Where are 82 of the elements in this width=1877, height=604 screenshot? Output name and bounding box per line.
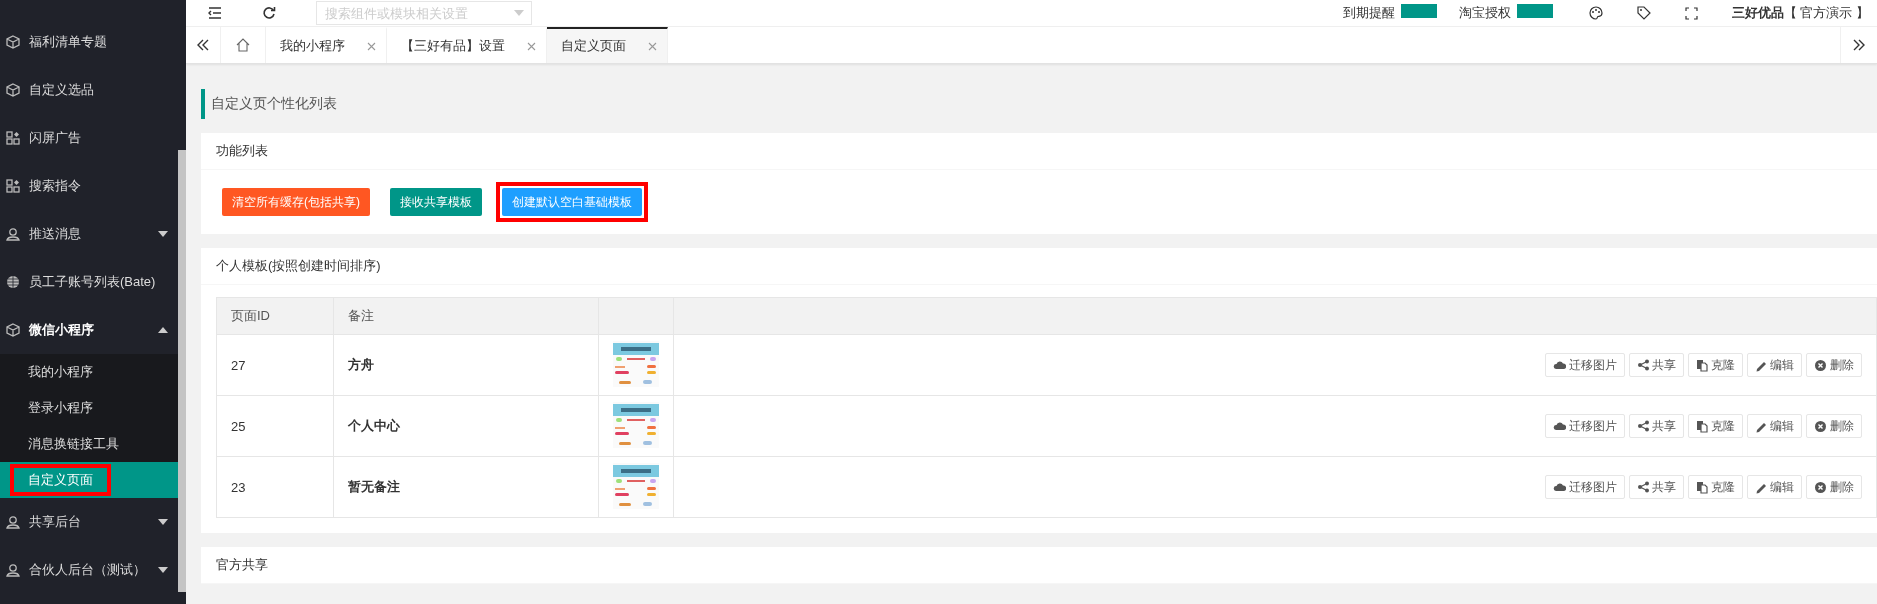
sidebar-item[interactable]: 搜索指令: [0, 162, 178, 210]
row-action-button[interactable]: 删除: [1806, 475, 1862, 499]
row-action-button[interactable]: 编辑: [1747, 414, 1802, 438]
close-icon: [1814, 480, 1827, 494]
table-cell: 27: [216, 334, 334, 396]
table-cell: 个人中心: [333, 395, 599, 457]
sidebar-item[interactable]: 自定义选品: [0, 66, 178, 114]
globe-icon: [6, 275, 20, 289]
page-tab[interactable]: 自定义页面: [547, 27, 668, 63]
home-icon: [236, 38, 250, 52]
sidebar-item[interactable]: 福利清单专题: [0, 18, 178, 66]
row-action-button[interactable]: 迁移图片: [1545, 353, 1625, 377]
close-icon: [1814, 419, 1827, 433]
row-action-button[interactable]: 克隆: [1688, 475, 1743, 499]
tag-icon: [1636, 6, 1651, 20]
cube-icon: [6, 83, 20, 97]
row-action-button[interactable]: 迁移图片: [1545, 475, 1625, 499]
row-action-button[interactable]: 编辑: [1747, 353, 1802, 377]
row-action-button[interactable]: 删除: [1806, 353, 1862, 377]
row-action-button[interactable]: 编辑: [1747, 475, 1802, 499]
panel-title: 个人模板(按照创建时间排序): [201, 248, 1877, 285]
sidebar-item[interactable]: 微信小程序: [0, 306, 178, 354]
close-icon: [367, 41, 376, 51]
share-icon: [1637, 359, 1649, 371]
notice-badge: [1516, 4, 1553, 18]
palette-icon: [1588, 6, 1603, 20]
column-header: 备注: [333, 297, 599, 335]
table-cell: 暂无备注: [333, 456, 599, 518]
user-icon: [6, 227, 20, 241]
sidebar-item[interactable]: 共享后台: [0, 498, 178, 546]
row-action-button[interactable]: 共享: [1629, 414, 1684, 438]
submenu-item[interactable]: 登录小程序: [10, 392, 111, 424]
share-icon: [1637, 481, 1649, 493]
fullscreen-icon: [1684, 6, 1698, 20]
cloud-icon: [1553, 359, 1566, 371]
close-icon: [527, 41, 536, 51]
user-menu[interactable]: 三好优品【 官方演示 】: [1731, 4, 1869, 22]
row-action-button[interactable]: 克隆: [1688, 353, 1743, 377]
double-right-icon: [1853, 39, 1865, 51]
sidebar-item[interactable]: 员工子账号列表(Bate): [0, 258, 178, 306]
menu-fold-icon: [208, 6, 222, 20]
submenu-item[interactable]: 我的小程序: [10, 356, 111, 388]
row-action-button[interactable]: 删除: [1806, 414, 1862, 438]
user-icon: [6, 563, 20, 577]
scrollbar-thumb[interactable]: [178, 150, 186, 592]
panel-title: 功能列表: [201, 133, 1877, 170]
sidebar-item[interactable]: 推送消息: [0, 210, 178, 258]
table-cell: 方舟: [333, 334, 599, 396]
sidebar-item[interactable]: 闪屏广告: [0, 114, 178, 162]
submenu-item[interactable]: 自定义页面: [10, 464, 111, 496]
grid-icon: [6, 131, 20, 145]
close-icon: [1814, 358, 1827, 372]
row-action-button[interactable]: 共享: [1629, 353, 1684, 377]
row-action-button[interactable]: 共享: [1629, 475, 1684, 499]
table-cell: 25: [216, 395, 334, 457]
page-tab[interactable]: 我的小程序: [266, 27, 387, 63]
grid-icon: [6, 179, 20, 193]
copy-icon: [1696, 480, 1708, 494]
sidebar-item[interactable]: 合伙人后台（测试）: [0, 546, 178, 594]
cube-icon: [6, 323, 20, 337]
share-icon: [1637, 420, 1649, 432]
cloud-icon: [1553, 481, 1566, 493]
copy-icon: [1696, 419, 1708, 433]
notice-link[interactable]: 淘宝授权: [1458, 4, 1511, 22]
refresh-icon: [262, 6, 276, 20]
panel-title: 官方共享: [201, 547, 1877, 584]
cloud-icon: [1553, 420, 1566, 432]
page-title: 自定义页个性化列表: [201, 89, 337, 119]
copy-icon: [1696, 358, 1708, 372]
notice-badge: [1400, 4, 1437, 18]
caret-down-icon: [514, 10, 524, 16]
cube-icon: [6, 35, 20, 49]
user-icon: [6, 515, 20, 529]
row-action-button[interactable]: 迁移图片: [1545, 414, 1625, 438]
submenu-item[interactable]: 消息换链接工具: [10, 428, 137, 460]
column-header: 页面ID: [216, 297, 334, 335]
notice-link[interactable]: 到期提醒: [1342, 4, 1395, 22]
double-left-icon: [197, 39, 209, 51]
row-action-button[interactable]: 克隆: [1688, 414, 1743, 438]
close-icon: [648, 41, 657, 51]
action-button[interactable]: 接收共享模板: [390, 188, 482, 216]
table-cell: 23: [216, 456, 334, 518]
